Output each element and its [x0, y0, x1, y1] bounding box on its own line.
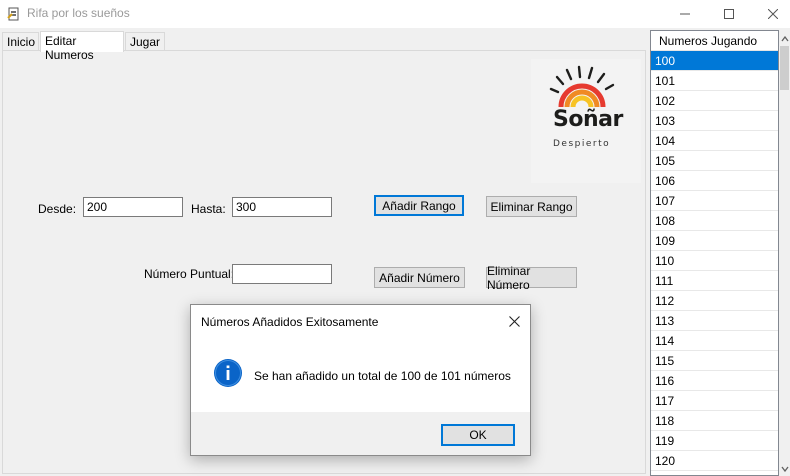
list-item[interactable]: 120	[651, 451, 778, 471]
numero-puntual-input[interactable]	[232, 264, 332, 284]
list-item[interactable]: 116	[651, 371, 778, 391]
list-item[interactable]: 109	[651, 231, 778, 251]
tab-editar-numeros[interactable]: Editar Numeros	[40, 31, 124, 62]
list-item[interactable]: 104	[651, 131, 778, 151]
remove-range-button[interactable]: Eliminar Rango	[486, 196, 577, 217]
list-item[interactable]: 103	[651, 111, 778, 131]
list-item[interactable]: 100	[651, 51, 778, 71]
logo-wordmark: Soñar	[553, 107, 623, 132]
list-item[interactable]: 119	[651, 431, 778, 451]
desde-label: Desde:	[38, 202, 77, 216]
numbers-list[interactable]: Numeros Jugando 100 101 102 103 104 105 …	[650, 30, 779, 476]
list-item[interactable]: 101	[651, 71, 778, 91]
hasta-input[interactable]: 300	[232, 197, 332, 217]
tab-inicio[interactable]: Inicio	[2, 32, 39, 51]
close-icon	[768, 9, 778, 19]
dialog-title: Números Añadidos Exitosamente	[201, 315, 379, 329]
add-range-button[interactable]: Añadir Rango	[374, 195, 464, 216]
list-item[interactable]: 107	[651, 191, 778, 211]
numero-puntual-label: Número Puntual:	[144, 267, 235, 281]
tab-jugar[interactable]: Jugar	[125, 32, 165, 51]
list-item[interactable]: 117	[651, 391, 778, 411]
ok-button[interactable]: OK	[441, 424, 515, 446]
scroll-up-icon[interactable]	[779, 32, 790, 46]
info-icon	[214, 359, 242, 387]
list-scrollbar[interactable]	[779, 30, 790, 476]
add-number-button[interactable]: Añadir Número	[374, 267, 465, 288]
logo: Soñar Despierto	[531, 59, 641, 183]
close-button[interactable]	[750, 0, 790, 28]
dialog-footer: OK	[191, 412, 530, 455]
list-header: Numeros Jugando	[651, 31, 778, 51]
list-item[interactable]: 118	[651, 411, 778, 431]
list-item[interactable]: 105	[651, 151, 778, 171]
scroll-thumb[interactable]	[780, 46, 789, 90]
list-item[interactable]: 102	[651, 91, 778, 111]
logo-subtitle: Despierto	[553, 139, 611, 149]
desde-input[interactable]: 200	[83, 197, 183, 217]
list-item[interactable]: 110	[651, 251, 778, 271]
scroll-down-icon[interactable]	[779, 462, 790, 476]
list-item[interactable]: 112	[651, 291, 778, 311]
list-item[interactable]: 106	[651, 171, 778, 191]
hasta-label: Hasta:	[191, 202, 226, 216]
list-item[interactable]: 114	[651, 331, 778, 351]
dialog-message: Se han añadido un total de 100 de 101 nú…	[254, 369, 511, 383]
list-item[interactable]: 108	[651, 211, 778, 231]
maximize-icon	[724, 9, 734, 19]
minimize-icon	[680, 13, 690, 15]
close-icon	[508, 315, 520, 327]
window-title: Rifa por los sueños	[27, 6, 130, 20]
remove-number-button[interactable]: Eliminar Número	[486, 264, 577, 292]
tab-strip: Inicio Editar Numeros Jugar	[0, 31, 648, 62]
maximize-button[interactable]	[706, 0, 752, 28]
dialog-close-button[interactable]	[503, 311, 525, 331]
app-icon	[7, 7, 19, 21]
title-bar: Rifa por los sueños	[0, 0, 790, 28]
list-item[interactable]: 115	[651, 351, 778, 371]
success-dialog: Números Añadidos Exitosamente Se han aña…	[190, 304, 531, 456]
list-item[interactable]: 111	[651, 271, 778, 291]
minimize-button[interactable]	[662, 0, 708, 28]
list-item[interactable]: 113	[651, 311, 778, 331]
numbers-panel: Numeros Jugando 100 101 102 103 104 105 …	[648, 28, 790, 476]
